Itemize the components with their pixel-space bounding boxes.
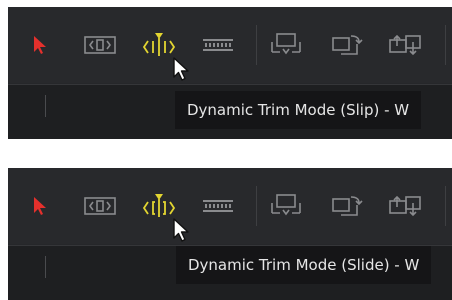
trim-edit-mode-button[interactable] bbox=[80, 29, 120, 61]
overwrite-clip-icon bbox=[332, 35, 363, 55]
overwrite-clip-button[interactable] bbox=[326, 190, 366, 222]
tooltip: Dynamic Trim Mode (Slide) - W bbox=[176, 246, 432, 284]
selection-arrow-icon bbox=[34, 36, 46, 54]
trim-edit-icon bbox=[84, 197, 116, 215]
insert-clip-icon bbox=[271, 33, 301, 55]
selection-arrow-icon bbox=[34, 197, 46, 215]
selection-mode-button[interactable] bbox=[20, 190, 60, 222]
track-marker bbox=[45, 95, 46, 117]
edit-toolbar bbox=[8, 168, 452, 244]
dynamic-trim-slip-icon bbox=[142, 33, 176, 56]
replace-clip-icon bbox=[389, 195, 421, 217]
edit-toolbar bbox=[8, 7, 452, 83]
replace-clip-button[interactable] bbox=[386, 29, 426, 61]
blade-edit-mode-button[interactable] bbox=[198, 29, 238, 61]
replace-clip-icon bbox=[389, 34, 421, 56]
blade-icon bbox=[203, 200, 233, 212]
dynamic-trim-slide-icon bbox=[142, 194, 176, 217]
insert-clip-icon bbox=[271, 194, 301, 216]
selection-mode-button[interactable] bbox=[20, 29, 60, 61]
track-marker bbox=[45, 256, 46, 278]
trim-edit-icon bbox=[84, 36, 116, 54]
mouse-cursor-icon bbox=[173, 218, 189, 242]
overwrite-clip-button[interactable] bbox=[326, 29, 366, 61]
overwrite-clip-icon bbox=[332, 196, 363, 216]
trim-edit-mode-button[interactable] bbox=[80, 190, 120, 222]
toolbar-separator bbox=[256, 25, 257, 65]
toolbar-separator bbox=[256, 186, 257, 226]
tooltip: Dynamic Trim Mode (Slip) - W bbox=[175, 91, 422, 129]
insert-clip-button[interactable] bbox=[266, 29, 306, 61]
blade-icon bbox=[203, 39, 233, 51]
blade-edit-mode-button[interactable] bbox=[198, 190, 238, 222]
insert-clip-button[interactable] bbox=[266, 190, 306, 222]
toolbar-separator bbox=[445, 25, 446, 65]
editor-toolbar-panel-slip: Dynamic Trim Mode (Slip) - W bbox=[8, 7, 452, 139]
toolbar-separator bbox=[445, 186, 446, 226]
mouse-cursor-icon bbox=[173, 57, 189, 81]
replace-clip-button[interactable] bbox=[386, 190, 426, 222]
editor-toolbar-panel-slide: Dynamic Trim Mode (Slide) - W bbox=[8, 168, 452, 300]
